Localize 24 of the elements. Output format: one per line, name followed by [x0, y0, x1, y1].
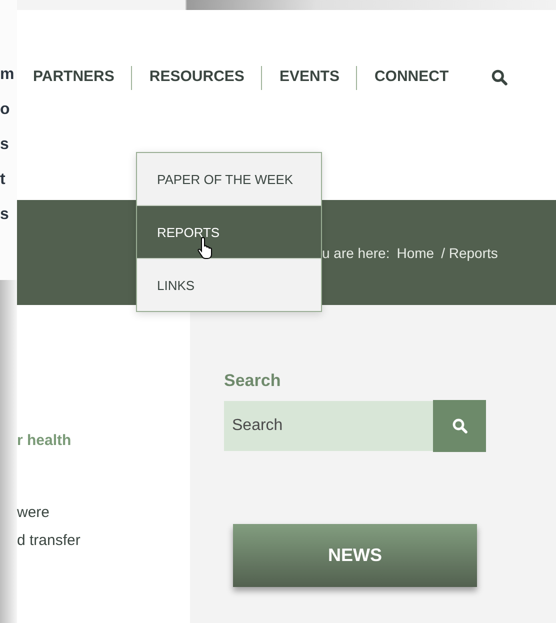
text-fragment: s	[0, 136, 10, 154]
article-text: d transfer	[17, 531, 82, 551]
article-text: were	[17, 503, 51, 523]
breadcrumb-link[interactable]: / Reports	[441, 244, 498, 260]
nav-link[interactable]: RESOURCES	[149, 66, 262, 88]
breadcrumb-label: u are here:	[322, 244, 390, 260]
menu-item[interactable]: PAPER OF THE WEEK	[137, 153, 321, 205]
menu-item[interactable]: LINKS	[137, 259, 321, 311]
search-icon	[452, 418, 468, 434]
article-heading: r health	[17, 431, 72, 451]
search-icon	[490, 68, 508, 86]
nav-link[interactable]: PARTNERS	[33, 66, 132, 88]
hand-cursor-icon	[197, 236, 215, 260]
nav-link[interactable]: EVENTS	[279, 66, 356, 88]
text-fragment: t	[0, 171, 6, 189]
nav-link[interactable]: CONNECT	[374, 66, 466, 88]
search-title: Search	[224, 371, 282, 391]
news-button[interactable]: NEWS	[233, 524, 477, 587]
text-fragment: s	[0, 206, 10, 224]
menu-item[interactable]: REPORTS	[137, 205, 321, 259]
breadcrumb-link[interactable]: Home	[396, 244, 434, 260]
text-fragment: o	[0, 101, 11, 119]
text-fragment: m	[0, 66, 16, 84]
search-field[interactable]: Search	[224, 401, 433, 451]
